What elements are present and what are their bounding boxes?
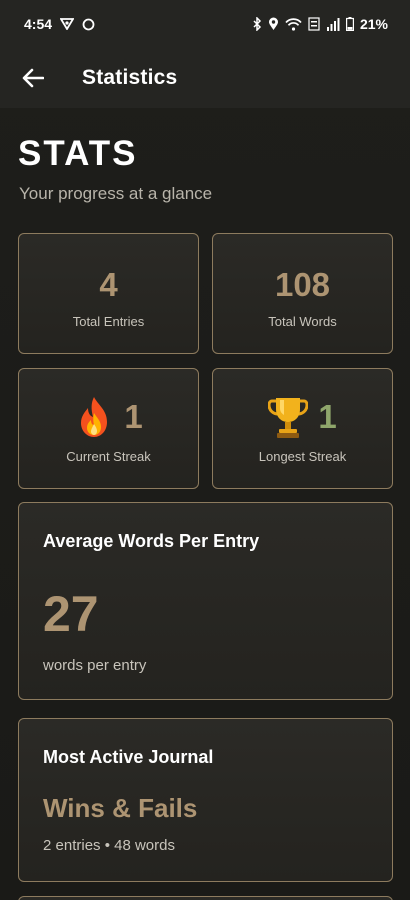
total-words-card: 108 Total Words — [212, 233, 393, 354]
page-subtitle: Your progress at a glance — [19, 184, 213, 203]
vpn-icon — [60, 18, 75, 30]
location-icon — [268, 17, 279, 31]
battery-icon — [345, 17, 354, 31]
volte-icon — [308, 17, 320, 31]
next-card-partial — [18, 896, 393, 900]
trophy-icon — [268, 398, 309, 438]
back-button[interactable] — [20, 66, 46, 90]
battery-percent: 21% — [359, 16, 388, 32]
longest-streak-label: Longest Streak — [258, 449, 347, 464]
wifi-icon — [285, 17, 302, 31]
current-streak-card: 1 Current Streak — [18, 368, 199, 489]
bluetooth-icon — [252, 17, 262, 31]
app-bar: Statistics — [0, 48, 410, 108]
total-words-label: Total Words — [268, 314, 337, 329]
statistics-screen: 4:54 21% Statistics STATS Your progress … — [0, 0, 410, 900]
most-active-journal-title: Most Active Journal — [43, 747, 214, 767]
longest-streak-card: 1 Longest Streak — [212, 368, 393, 489]
average-words-title: Average Words Per Entry — [43, 531, 260, 551]
total-entries-label: Total Entries — [72, 314, 145, 329]
status-bar: 4:54 21% — [0, 0, 410, 48]
arrow-left-icon — [22, 68, 44, 88]
average-words-value: 27 — [43, 586, 99, 642]
longest-streak-value: 1 — [318, 398, 337, 435]
total-entries-value: 4 — [99, 266, 118, 303]
status-time: 4:54 — [24, 16, 53, 32]
most-active-journal-meta: 2 entries • 48 words — [43, 837, 175, 854]
signal-icon — [326, 17, 340, 31]
average-words-card: Average Words Per Entry 27 words per ent… — [18, 502, 393, 700]
current-streak-row: 1 — [19, 395, 198, 439]
app-bar-title: Statistics — [82, 66, 178, 89]
page-title: STATS — [18, 134, 138, 173]
status-left: 4:54 — [24, 16, 95, 32]
current-streak-label: Current Streak — [66, 449, 151, 464]
current-streak-value: 1 — [124, 398, 143, 435]
longest-streak-row: 1 — [213, 395, 392, 439]
sync-icon — [82, 18, 95, 31]
most-active-journal-card: Most Active Journal Wins & Fails 2 entri… — [18, 718, 393, 882]
average-words-caption: words per entry — [43, 657, 147, 674]
total-entries-card: 4 Total Entries — [18, 233, 199, 354]
status-right: 21% — [252, 16, 388, 32]
fire-icon — [81, 397, 108, 437]
total-words-value: 108 — [274, 266, 331, 303]
most-active-journal-name: Wins & Fails — [43, 793, 198, 823]
